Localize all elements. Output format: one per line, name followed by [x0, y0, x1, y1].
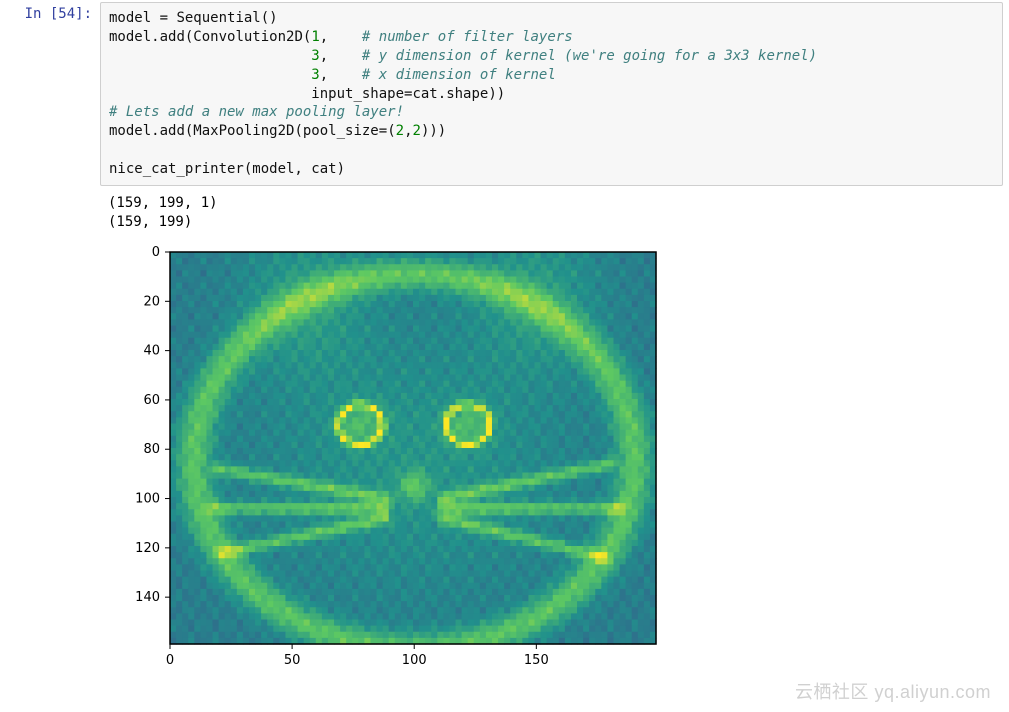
x-tick-label: 100 [402, 653, 427, 668]
code-token: model [109, 29, 151, 45]
y-tick-label: 60 [143, 393, 160, 408]
code-comment: # number of filter layers [362, 29, 573, 45]
x-tick-label: 50 [284, 653, 301, 668]
input-cell: In [54]: model = Sequential() model.add(… [0, 0, 1009, 188]
heatmap-figure: 0 20 40 60 80 100 120 140 0 50 100 150 [108, 242, 668, 682]
code-line: model.add(MaxPooling2D(pool_size=(2,2))) [109, 122, 994, 141]
y-tick-label: 140 [135, 590, 160, 605]
plot-output: 0 20 40 60 80 100 120 140 0 50 100 150 [100, 238, 1009, 692]
y-tick-label: 120 [135, 541, 160, 556]
x-axis: 0 50 100 150 [166, 644, 549, 668]
code-token: model [109, 123, 151, 139]
code-token: , [320, 29, 362, 45]
code-token: cat [412, 86, 437, 102]
code-token: . [151, 29, 159, 45]
code-token: 2 [396, 123, 404, 139]
x-tick-label: 150 [524, 653, 549, 668]
code-token: shape)) [446, 86, 505, 102]
y-axis: 0 20 40 60 80 100 120 140 [135, 245, 170, 605]
code-token: , [320, 48, 362, 64]
code-token: add(Convolution2D( [160, 29, 312, 45]
code-line: input_shape=cat.shape)) [109, 85, 994, 104]
code-comment: # Lets add a new max pooling layer! [109, 104, 404, 120]
code-token: . [151, 123, 159, 139]
input-prompt: In [54]: [0, 0, 100, 28]
y-tick-label: 20 [143, 294, 160, 309]
code-token [109, 67, 311, 83]
code-token: . [438, 86, 446, 102]
code-token: = [160, 10, 168, 26]
code-token [109, 86, 311, 102]
code-comment: # x dimension of kernel [362, 67, 556, 83]
stdout-output: (159, 199, 1) (159, 199) [100, 188, 1009, 238]
code-token: input_shape [311, 86, 404, 102]
code-token: ))) [421, 123, 446, 139]
code-token: = [379, 123, 387, 139]
code-token: model [109, 10, 160, 26]
code-token: add(MaxPooling2D(pool_size [160, 123, 379, 139]
y-tick-label: 80 [143, 442, 160, 457]
y-tick-label: 100 [135, 491, 160, 506]
x-tick-label: 0 [166, 653, 174, 668]
code-token: 3 [311, 48, 319, 64]
code-token: 2 [413, 123, 421, 139]
code-line: nice_cat_printer(model, cat) [109, 160, 994, 179]
code-line: # Lets add a new max pooling layer! [109, 103, 994, 122]
code-input[interactable]: model = Sequential() model.add(Convoluti… [100, 2, 1003, 186]
code-token: 3 [311, 67, 319, 83]
code-line: model = Sequential() [109, 9, 994, 28]
heatmap-pixels [170, 252, 657, 645]
code-token: , [320, 67, 362, 83]
code-token [109, 48, 311, 64]
code-token: Sequential() [168, 10, 278, 26]
y-tick-label: 40 [143, 343, 160, 358]
code-line [109, 141, 994, 160]
output-line: (159, 199) [108, 213, 1001, 232]
output-line: (159, 199, 1) [108, 194, 1001, 213]
code-token: ( [387, 123, 395, 139]
code-token: nice_cat_printer(model, cat) [109, 161, 345, 177]
y-tick-label: 0 [152, 245, 160, 260]
code-line: 3, # y dimension of kernel (we're going … [109, 47, 994, 66]
code-token: 1 [311, 29, 319, 45]
code-comment: # y dimension of kernel (we're going for… [362, 48, 817, 64]
code-line: 3, # x dimension of kernel [109, 66, 994, 85]
code-line: model.add(Convolution2D(1, # number of f… [109, 28, 994, 47]
code-token: , [404, 123, 412, 139]
